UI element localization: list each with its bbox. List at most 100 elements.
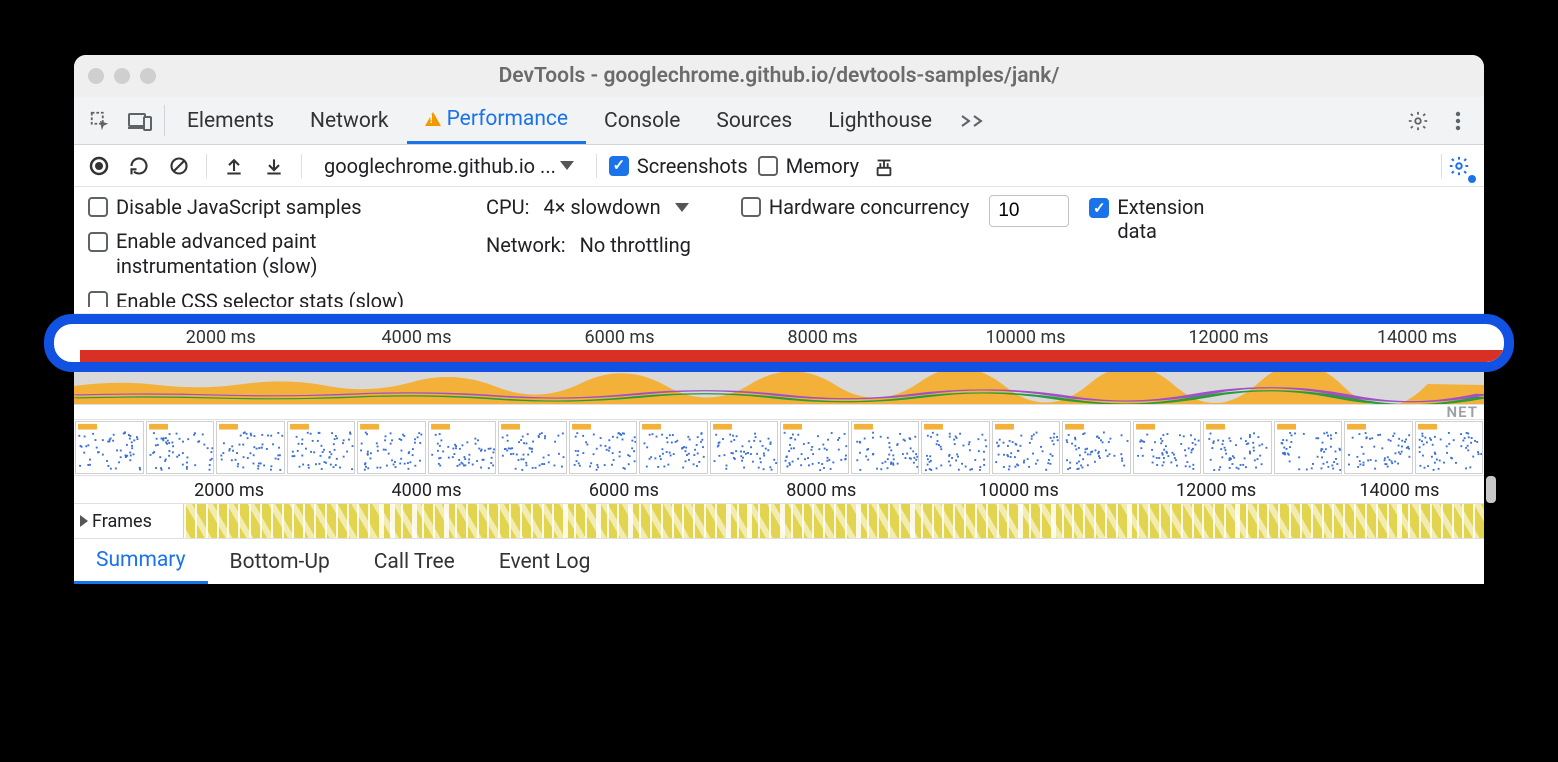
ruler-tick: 4000 ms bbox=[391, 480, 461, 501]
checkbox-icon bbox=[609, 156, 629, 176]
tab-bottom-up[interactable]: Bottom-Up bbox=[208, 539, 352, 584]
overview-ruler[interactable]: 2000 ms 4000 ms 6000 ms 8000 ms 10000 ms… bbox=[54, 324, 1504, 350]
screenshot-thumb[interactable] bbox=[780, 421, 849, 474]
garbage-collect-button[interactable] bbox=[869, 151, 899, 181]
zoom-window-button[interactable] bbox=[140, 68, 156, 84]
cpu-overview-chart[interactable] bbox=[74, 372, 1484, 404]
ruler-tick: 12000 ms bbox=[1176, 480, 1256, 501]
tab-summary[interactable]: Summary bbox=[74, 539, 208, 584]
tab-call-tree[interactable]: Call Tree bbox=[352, 539, 477, 584]
screenshot-thumb[interactable] bbox=[146, 421, 215, 474]
minimize-window-button[interactable] bbox=[114, 68, 130, 84]
screenshot-thumb[interactable] bbox=[428, 421, 497, 474]
tab-console[interactable]: Console bbox=[586, 97, 698, 144]
capture-settings-icon[interactable] bbox=[1444, 151, 1474, 181]
flamechart-ruler[interactable]: 2000 ms 4000 ms 6000 ms 8000 ms 10000 ms… bbox=[74, 476, 1484, 504]
chevron-down-icon bbox=[675, 203, 689, 212]
ruler-tick: 2000 ms bbox=[186, 327, 256, 348]
warning-icon bbox=[425, 112, 441, 126]
screenshot-thumb[interactable] bbox=[1274, 421, 1343, 474]
tab-sources[interactable]: Sources bbox=[698, 97, 810, 144]
frames-track-label: Frames bbox=[92, 511, 152, 532]
screenshot-thumb[interactable] bbox=[1203, 421, 1272, 474]
network-throttle-select[interactable]: No throttling bbox=[580, 233, 691, 257]
screenshot-thumb[interactable] bbox=[992, 421, 1061, 474]
checkbox-icon bbox=[758, 156, 778, 176]
tab-label: Console bbox=[604, 109, 680, 133]
css-stats-checkbox[interactable]: Enable CSS selector stats (slow) bbox=[88, 289, 436, 307]
network-label: Network: bbox=[486, 233, 566, 257]
screenshot-thumb[interactable] bbox=[1344, 421, 1413, 474]
window-controls bbox=[88, 68, 156, 84]
checkbox-label: Extension data bbox=[1117, 195, 1227, 243]
checkbox-label: Disable JavaScript samples bbox=[116, 195, 362, 219]
screenshot-thumb[interactable] bbox=[1062, 421, 1131, 474]
upload-button[interactable] bbox=[219, 151, 249, 181]
screenshot-thumb[interactable] bbox=[357, 421, 426, 474]
cpu-label: CPU: bbox=[486, 195, 529, 219]
tab-event-log[interactable]: Event Log bbox=[477, 539, 613, 584]
screenshots-checkbox[interactable]: Screenshots bbox=[609, 154, 748, 178]
checkbox-icon bbox=[741, 197, 761, 217]
screenshot-thumb[interactable] bbox=[287, 421, 356, 474]
ruler-tick: 4000 ms bbox=[381, 327, 451, 348]
network-overview[interactable]: NET bbox=[74, 404, 1484, 420]
checkbox-label: Hardware concurrency bbox=[769, 195, 969, 219]
device-toolbar-icon[interactable] bbox=[120, 97, 160, 144]
screenshot-thumb[interactable] bbox=[216, 421, 285, 474]
screenshot-thumb[interactable] bbox=[921, 421, 990, 474]
tab-label: Bottom-Up bbox=[230, 550, 330, 574]
screenshot-thumb[interactable] bbox=[1415, 421, 1484, 474]
separator bbox=[164, 105, 165, 136]
memory-checkbox[interactable]: Memory bbox=[758, 154, 859, 178]
net-label: NET bbox=[1447, 403, 1478, 421]
record-button[interactable] bbox=[84, 151, 114, 181]
frames-track[interactable]: Frames bbox=[74, 504, 1484, 538]
screenshot-thumb[interactable] bbox=[1133, 421, 1202, 474]
screenshots-filmstrip[interactable]: // thumbnails generated below via loop a… bbox=[74, 420, 1484, 476]
reload-record-button[interactable] bbox=[124, 151, 154, 181]
separator bbox=[1441, 154, 1442, 178]
tab-elements[interactable]: Elements bbox=[169, 97, 292, 144]
ruler-tick: 10000 ms bbox=[985, 327, 1065, 348]
ruler-tick: 14000 ms bbox=[1359, 480, 1439, 501]
disable-js-checkbox[interactable]: Disable JavaScript samples bbox=[88, 195, 436, 219]
screenshot-thumb[interactable] bbox=[75, 421, 144, 474]
tabs-overflow-button[interactable] bbox=[950, 97, 996, 144]
screenshot-thumb[interactable] bbox=[569, 421, 638, 474]
details-tabs: Summary Bottom-Up Call Tree Event Log bbox=[74, 538, 1484, 584]
tab-performance[interactable]: Performance bbox=[407, 97, 586, 144]
close-window-button[interactable] bbox=[88, 68, 104, 84]
hardware-concurrency-checkbox[interactable]: Hardware concurrency bbox=[741, 195, 969, 219]
frames-bars bbox=[184, 504, 1484, 538]
network-value: No throttling bbox=[580, 233, 691, 257]
tab-label: Lighthouse bbox=[828, 109, 932, 133]
screenshot-thumb[interactable] bbox=[498, 421, 567, 474]
chevron-down-icon bbox=[560, 161, 574, 170]
extension-data-checkbox[interactable]: Extension data bbox=[1089, 195, 1227, 243]
ruler-tick: 12000 ms bbox=[1188, 327, 1268, 348]
settings-icon[interactable] bbox=[1398, 110, 1438, 132]
ruler-tick: 2000 ms bbox=[194, 480, 264, 501]
inspect-element-icon[interactable] bbox=[80, 97, 120, 144]
download-button[interactable] bbox=[259, 151, 289, 181]
frames-track-header[interactable]: Frames bbox=[74, 504, 184, 538]
overview-highlight: 2000 ms 4000 ms 6000 ms 8000 ms 10000 ms… bbox=[44, 314, 1514, 372]
ruler-tick: 14000 ms bbox=[1377, 327, 1457, 348]
tab-label: Event Log bbox=[499, 550, 591, 574]
hardware-concurrency-input[interactable] bbox=[989, 195, 1069, 227]
checkbox-label: Memory bbox=[786, 154, 859, 178]
cpu-throttle-select[interactable]: 4× slowdown bbox=[543, 195, 688, 219]
screenshot-thumb[interactable] bbox=[851, 421, 920, 474]
ruler-tick: 10000 ms bbox=[979, 480, 1059, 501]
scrollbar[interactable] bbox=[1486, 476, 1496, 503]
domain-selector[interactable]: googlechrome.github.io ... bbox=[314, 150, 584, 182]
screenshot-thumb[interactable] bbox=[639, 421, 708, 474]
separator bbox=[206, 154, 207, 178]
tab-network[interactable]: Network bbox=[292, 97, 407, 144]
more-menu-icon[interactable] bbox=[1438, 111, 1478, 131]
tab-lighthouse[interactable]: Lighthouse bbox=[810, 97, 950, 144]
screenshot-thumb[interactable] bbox=[710, 421, 779, 474]
clear-button[interactable] bbox=[164, 151, 194, 181]
advanced-paint-checkbox[interactable]: Enable advanced paint instrumentation (s… bbox=[88, 229, 436, 279]
